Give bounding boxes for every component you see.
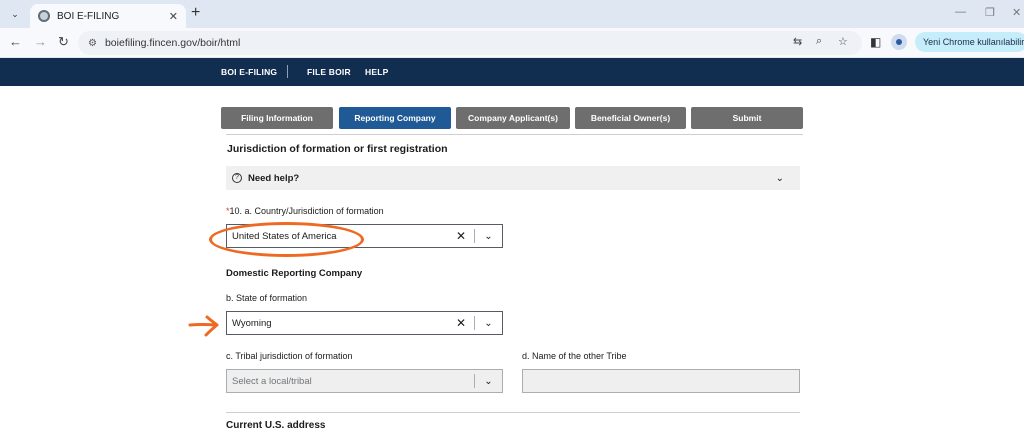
pointer-arrow-annotation [188,315,219,337]
browser-tab[interactable]: BOI E-FILING ✕ [30,4,186,28]
reload-icon[interactable]: ↻ [58,35,69,49]
chevron-down-icon[interactable]: ⌄ [475,376,502,387]
window-close-icon[interactable]: ✕ [1012,6,1021,19]
nav-help[interactable]: HELP [365,67,388,77]
country-field-label: *10. a. Country/Jurisdiction of formatio… [226,206,384,216]
clear-x-icon[interactable]: ✕ [448,229,474,243]
other-tribe-input[interactable] [522,369,800,393]
address-heading: Current U.S. address [226,420,326,431]
step-filing-information[interactable]: Filing Information [221,107,333,129]
step-submit[interactable]: Submit [691,107,803,129]
nav-divider [287,65,288,78]
tribal-combobox[interactable]: Select a local/tribal ⌄ [226,369,503,393]
other-tribe-label: d. Name of the other Tribe [522,351,627,361]
chevron-down-icon[interactable]: ⌄ [475,318,502,329]
tribal-field-label: c. Tribal jurisdiction of formation [226,351,353,361]
forward-arrow-icon[interactable]: → [34,35,47,49]
minimize-icon[interactable]: — [955,6,966,18]
chevron-down-icon[interactable]: ⌄ [776,173,784,184]
step-company-applicants[interactable]: Company Applicant(s) [456,107,570,129]
highlight-circle-annotation [209,222,364,257]
site-seal-icon [38,10,50,22]
state-value: Wyoming [232,317,272,329]
maximize-icon[interactable]: ❐ [985,6,995,19]
new-tab-plus-icon[interactable]: + [191,5,200,21]
back-arrow-icon[interactable]: ← [9,35,22,49]
profile-avatar-icon[interactable] [891,34,907,50]
address-bar[interactable]: ⚙ boiefiling.fincen.gov/boir/html [78,31,862,55]
zoom-icon[interactable]: ⌕ [816,35,822,48]
clear-x-icon[interactable]: ✕ [448,316,474,330]
need-help-accordion[interactable]: ? Need help? ⌄ [226,166,800,190]
tribal-placeholder: Select a local/tribal [232,375,312,387]
step-beneficial-owners[interactable]: Beneficial Owner(s) [575,107,686,129]
browser-tab-strip: ⌄ BOI E-FILING ✕ + — ❐ ✕ [0,0,1024,28]
chrome-update-button[interactable]: Yeni Chrome kullanılabilir [915,32,1024,52]
site-info-icon[interactable]: ⚙ [88,38,97,49]
side-panel-icon[interactable]: ◧ [870,35,881,49]
nav-boi-efiling[interactable]: BOI E-FILING [221,67,277,77]
section-divider [226,412,800,413]
section-divider [226,134,803,135]
section-heading-jurisdiction: Jurisdiction of formation or first regis… [227,143,448,155]
tab-search-chevron-icon[interactable]: ⌄ [6,5,24,23]
tab-title: BOI E-FILING [57,10,120,22]
chevron-down-icon[interactable]: ⌄ [475,231,502,242]
country-label-text: 10. a. Country/Jurisdiction of formation [229,206,384,216]
need-help-label: Need help? [248,172,300,184]
state-field-label: b. State of formation [226,293,308,303]
url-text: boiefiling.fincen.gov/boir/html [104,37,241,49]
nav-file-boir[interactable]: FILE BOIR [307,67,351,77]
domestic-company-heading: Domestic Reporting Company [226,268,363,279]
step-reporting-company[interactable]: Reporting Company [339,107,451,129]
tab-close-icon[interactable]: ✕ [169,10,178,23]
site-nav-bar: BOI E-FILING FILE BOIR HELP [0,58,1024,86]
question-circle-icon: ? [232,173,242,183]
state-combobox[interactable]: Wyoming ✕ ⌄ [226,311,503,335]
translate-icon[interactable]: ⇆ [793,35,802,48]
bookmark-star-icon[interactable]: ☆ [838,35,848,48]
